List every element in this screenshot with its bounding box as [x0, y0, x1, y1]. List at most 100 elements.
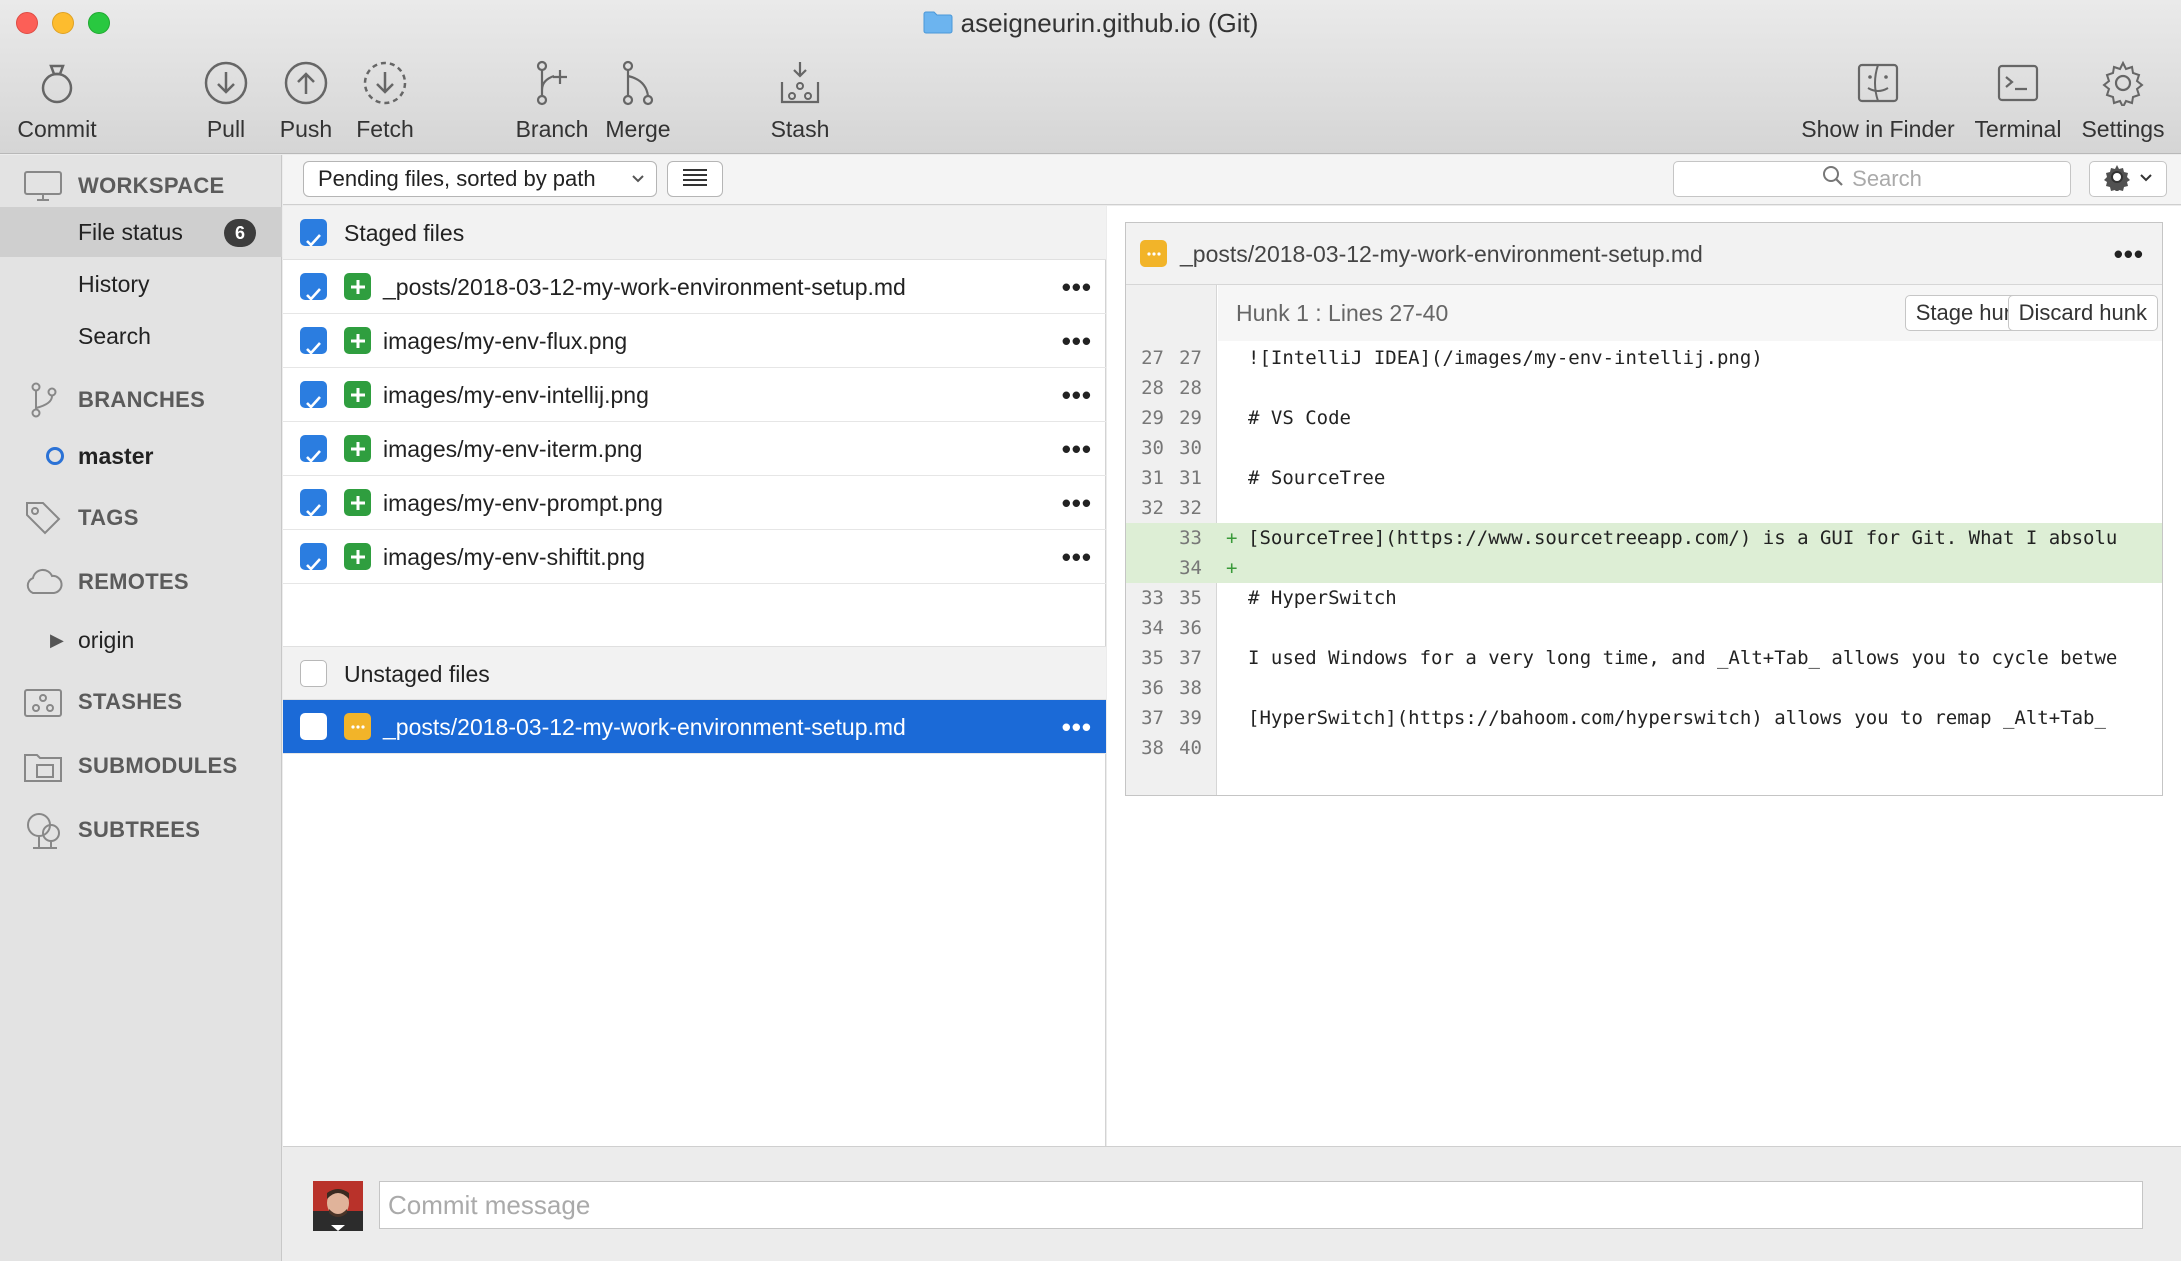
monitor-icon — [22, 169, 64, 203]
finder-icon — [1798, 56, 1958, 110]
old-line-number: 37 — [1141, 707, 1164, 729]
file-path: images/my-env-prompt.png — [383, 490, 663, 516]
line-text: ![IntelliJ IDEA](/images/my-env-intellij… — [1248, 347, 1763, 369]
diff-line[interactable]: 38 40 — [1126, 733, 2162, 763]
diff-line[interactable]: 35 37 I used Windows for a very long time,… — [1126, 643, 2162, 673]
remote-item-origin[interactable]: ▶ origin — [0, 615, 282, 665]
unstaged-file-row[interactable]: _posts/2018-03-12-my-work-environment-se… — [283, 700, 1106, 754]
more-actions-button[interactable]: ••• — [1062, 530, 1092, 584]
file-list-pane: Staged files _posts/2018-03-12-my-work-e… — [283, 206, 1106, 1146]
diff-line[interactable]: 29 29 # VS Code — [1126, 403, 2162, 433]
more-actions-button[interactable]: ••• — [1062, 700, 1092, 754]
diff-line[interactable]: 31 31 # SourceTree — [1126, 463, 2162, 493]
diff-more-button[interactable]: ••• — [2114, 223, 2144, 285]
diff-line[interactable]: 28 28 — [1126, 373, 2162, 403]
new-line-number: 28 — [1179, 377, 1202, 399]
file-added-icon — [344, 273, 371, 300]
push-button[interactable]: Push — [276, 56, 336, 143]
diff-line[interactable]: 37 39 [HyperSwitch](https://bahoom.com/hyp… — [1126, 703, 2162, 733]
app-window: aseigneurin.github.io (Git) Commit Pull … — [0, 0, 2181, 1261]
file-checkbox[interactable] — [300, 489, 327, 517]
list-view-button[interactable] — [667, 161, 723, 197]
new-line-number: 40 — [1179, 737, 1202, 759]
sidebar-item-history[interactable]: History — [0, 259, 282, 309]
staged-file-row[interactable]: images/my-env-intellij.png ••• — [283, 368, 1106, 422]
gear-icon — [2076, 56, 2170, 110]
new-line-number: 39 — [1179, 707, 1202, 729]
terminal-button[interactable]: Terminal — [1968, 56, 2068, 143]
new-line-number: 31 — [1179, 467, 1202, 489]
discard-hunk-button[interactable]: Discard hunk — [2007, 295, 2158, 331]
staged-file-row[interactable]: images/my-env-flux.png ••• — [283, 314, 1106, 368]
disclosure-triangle-icon[interactable]: ▶ — [50, 615, 64, 665]
fetch-button[interactable]: Fetch — [352, 56, 418, 143]
staged-file-row[interactable]: images/my-env-shiftit.png ••• — [283, 530, 1106, 584]
old-line-number: 36 — [1141, 677, 1164, 699]
file-checkbox[interactable] — [300, 435, 327, 463]
staged-select-all-checkbox[interactable] — [300, 219, 327, 247]
branch-button[interactable]: Branch — [512, 56, 592, 143]
settings-button[interactable]: Settings — [2076, 56, 2170, 143]
unstaged-files-header: Unstaged files — [283, 646, 1106, 700]
diff-line[interactable]: 33 35 # HyperSwitch — [1126, 583, 2162, 613]
sidebar-item-search[interactable]: Search — [0, 311, 282, 361]
show-in-finder-button[interactable]: Show in Finder — [1798, 56, 1958, 143]
window-title: aseigneurin.github.io (Git) — [0, 6, 2181, 40]
new-line-number: 32 — [1179, 497, 1202, 519]
diff-line[interactable]: 34 36 — [1126, 613, 2162, 643]
stash-icon — [764, 56, 836, 110]
new-line-number: 29 — [1179, 407, 1202, 429]
branches-section-header[interactable]: BRANCHES — [22, 382, 205, 418]
staged-file-row[interactable]: _posts/2018-03-12-my-work-environment-se… — [283, 260, 1106, 314]
diff-line[interactable]: 30 30 — [1126, 433, 2162, 463]
file-path: images/my-env-flux.png — [383, 328, 628, 354]
sort-dropdown[interactable]: Pending files, sorted by path — [303, 161, 657, 197]
diff-line[interactable]: 36 38 — [1126, 673, 2162, 703]
sidebar-item-file-status[interactable]: File status 6 — [0, 207, 282, 257]
diff-line[interactable]: 27 27 ![IntelliJ IDEA](/images/my-env-inte… — [1126, 343, 2162, 373]
more-actions-button[interactable]: ••• — [1062, 476, 1092, 530]
subtrees-section-header[interactable]: SUBTREES — [22, 813, 200, 849]
new-line-number: 30 — [1179, 437, 1202, 459]
stashes-section-header[interactable]: STASHES — [22, 685, 182, 719]
file-added-icon — [344, 543, 371, 570]
pull-button[interactable]: Pull — [196, 56, 256, 143]
file-path: images/my-env-intellij.png — [383, 382, 649, 408]
line-text: # SourceTree — [1248, 467, 1386, 489]
cloud-icon — [22, 565, 64, 599]
file-checkbox[interactable] — [300, 713, 327, 740]
diff-line-added[interactable]: 33 + [SourceTree](https://www.sourcetreeap… — [1126, 523, 2162, 553]
branch-icon — [22, 382, 64, 418]
branch-item-master[interactable]: master — [0, 431, 282, 481]
diff-line-added[interactable]: 34 + — [1126, 553, 2162, 583]
staged-file-row[interactable]: images/my-env-iterm.png ••• — [283, 422, 1106, 476]
unstaged-select-all-checkbox[interactable] — [300, 660, 327, 687]
file-checkbox[interactable] — [300, 381, 327, 409]
new-line-number: 27 — [1179, 347, 1202, 369]
options-menu-button[interactable] — [2089, 161, 2167, 197]
more-actions-button[interactable]: ••• — [1062, 422, 1092, 476]
remotes-section-header[interactable]: REMOTES — [22, 565, 189, 599]
file-checkbox[interactable] — [300, 543, 327, 571]
file-checkbox[interactable] — [300, 327, 327, 355]
file-checkbox[interactable] — [300, 273, 327, 301]
submodules-section-header[interactable]: SUBMODULES — [22, 749, 237, 783]
tags-section-header[interactable]: TAGS — [22, 501, 139, 535]
search-icon — [1822, 165, 1844, 193]
pull-icon — [196, 56, 256, 110]
more-actions-button[interactable]: ••• — [1062, 260, 1092, 314]
new-line-number: 33 — [1179, 527, 1202, 549]
search-field[interactable]: Search — [1673, 161, 2071, 197]
commit-button[interactable]: Commit — [8, 56, 106, 143]
diff-pane: _posts/2018-03-12-my-work-environment-se… — [1107, 206, 2181, 1146]
diff-marker: + — [1226, 557, 1238, 579]
folder-icon — [923, 8, 953, 42]
staged-file-row[interactable]: images/my-env-prompt.png ••• — [283, 476, 1106, 530]
merge-button[interactable]: Merge — [602, 56, 674, 143]
commit-message-input[interactable]: Commit message — [379, 1181, 2143, 1229]
old-line-number: 29 — [1141, 407, 1164, 429]
more-actions-button[interactable]: ••• — [1062, 314, 1092, 368]
more-actions-button[interactable]: ••• — [1062, 368, 1092, 422]
stash-button[interactable]: Stash — [764, 56, 836, 143]
diff-line[interactable]: 32 32 — [1126, 493, 2162, 523]
